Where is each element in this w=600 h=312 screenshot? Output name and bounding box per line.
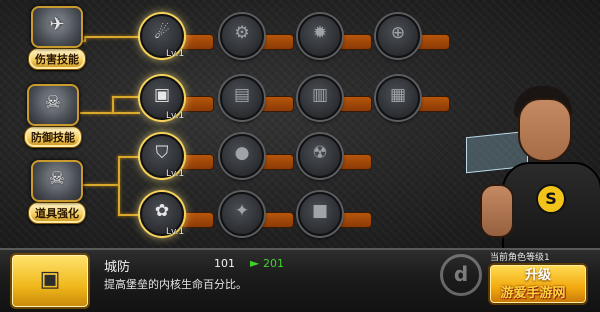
hero-level-label: 当前角色等级1 xyxy=(490,253,550,263)
crate-icon: ■ xyxy=(298,192,342,236)
selected-skill-thumbnail: ▣ xyxy=(10,253,90,309)
skill-node-radiation[interactable]: ☢ xyxy=(298,134,388,184)
skill-level: Lv.1 xyxy=(166,49,185,59)
skill-level: Lv.1 xyxy=(166,169,185,179)
category-label: 防御技能 xyxy=(24,126,82,148)
category-defense-skills[interactable]: ☠ 防御技能 xyxy=(20,84,86,148)
skill-node-barrier[interactable]: ▥ xyxy=(298,76,388,126)
connector-line xyxy=(80,112,140,114)
skill-description: 提高堡垒的内核生命百分比。 xyxy=(104,278,247,291)
hero-head xyxy=(518,98,572,162)
skull-shield-icon: ☠ xyxy=(27,84,79,126)
cannon-icon: ⚙ xyxy=(220,14,264,58)
arrow-right-icon: ► xyxy=(250,256,260,270)
skill-node-fire-orb[interactable]: ☄ Lv.1 xyxy=(140,14,230,64)
skill-node-mine[interactable]: ✹ xyxy=(298,14,388,64)
skill-level: Lv.1 xyxy=(166,111,185,121)
skull-banner-icon: ☠ xyxy=(31,160,83,202)
skill-node-grenade[interactable]: ● xyxy=(220,134,310,184)
skill-node-satellite[interactable]: ⊕ xyxy=(376,14,466,64)
category-label: 道具强化 xyxy=(28,202,86,224)
skill-node-bomb[interactable]: ✦ xyxy=(220,192,310,242)
barrier-icon: ▥ xyxy=(298,76,342,120)
watermark-text: 游爱手游网 xyxy=(500,286,566,301)
connector-line xyxy=(84,36,142,38)
grenade-icon: ● xyxy=(220,134,264,178)
category-item-upgrade[interactable]: ☠ 道具强化 xyxy=(24,160,90,224)
skill-node-cannon[interactable]: ⚙ xyxy=(220,14,310,64)
armor-wall-icon: ▦ xyxy=(376,76,420,120)
skill-node-bunker[interactable]: ▤ xyxy=(220,76,310,126)
skill-name: 城防 xyxy=(104,260,131,275)
radiation-icon: ☢ xyxy=(298,134,342,178)
next-value: 201 xyxy=(263,257,284,270)
category-damage-skills[interactable]: ✈ 伤害技能 xyxy=(24,6,90,70)
skill-node-crate[interactable]: ■ xyxy=(298,192,388,242)
current-value: 101 xyxy=(214,257,235,270)
category-label: 伤害技能 xyxy=(28,48,86,70)
skill-node-monster-plant[interactable]: ✿ Lv.1 xyxy=(140,192,230,242)
connector-line xyxy=(118,214,142,216)
lightning-logo-icon: S xyxy=(536,184,566,214)
connector-line xyxy=(112,96,140,98)
rocket-launcher-icon: ✈ xyxy=(31,6,83,48)
hero-character: S xyxy=(462,78,600,248)
fortress-icon: ▣ xyxy=(39,267,61,292)
bomb-icon: ✦ xyxy=(220,192,264,236)
skill-level: Lv.1 xyxy=(166,227,185,237)
connector-line xyxy=(112,96,114,114)
connector-line xyxy=(118,156,142,158)
satellite-icon: ⊕ xyxy=(376,14,420,58)
skill-node-container[interactable]: ⛉ Lv.1 xyxy=(140,134,230,184)
mine-icon: ✹ xyxy=(298,14,342,58)
hero-arm xyxy=(480,184,514,238)
connector-line xyxy=(118,156,120,216)
watermark-logo: d xyxy=(440,254,482,296)
skill-tree-area: ✈ 伤害技能 ☠ 防御技能 ☠ 道具强化 ☄ Lv.1 ⚙ ✹ ⊕ ▣ Lv.1… xyxy=(0,0,600,248)
skill-node-fortress[interactable]: ▣ Lv.1 xyxy=(140,76,230,126)
skill-node-armor-wall[interactable]: ▦ xyxy=(376,76,466,126)
bunker-icon: ▤ xyxy=(220,76,264,120)
